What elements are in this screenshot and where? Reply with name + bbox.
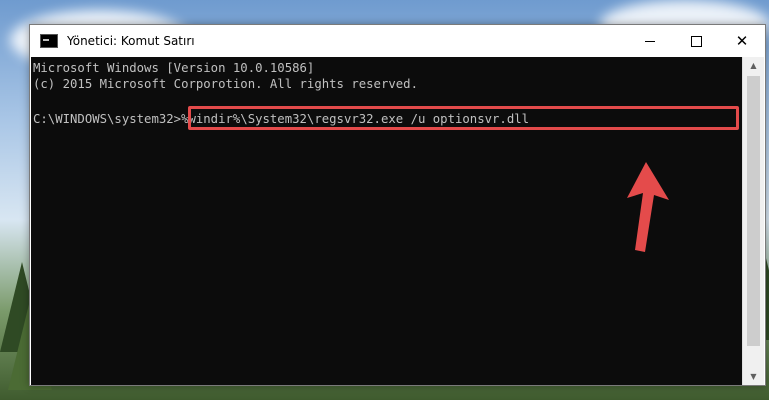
chevron-down-icon: ▼ <box>750 372 757 381</box>
window-title: Yönetici: Komut Satırı <box>67 34 195 48</box>
command-prompt-window: Yönetici: Komut Satırı ✕ Microsoft Windo… <box>29 24 766 386</box>
chevron-up-icon: ▲ <box>750 61 757 70</box>
vertical-scrollbar[interactable]: ▲ ▼ <box>742 57 764 385</box>
scrollbar-thumb[interactable] <box>747 76 760 346</box>
minimize-icon <box>645 40 655 42</box>
pointer-arrow-icon <box>627 162 669 252</box>
command-highlight-box <box>188 106 739 130</box>
minimize-button[interactable] <box>627 25 673 57</box>
scroll-up-button[interactable]: ▲ <box>743 57 764 74</box>
console-line: Microsoft Windows [Version 10.0.10586] <box>33 61 315 75</box>
maximize-button[interactable] <box>673 25 719 57</box>
title-bar[interactable]: Yönetici: Komut Satırı ✕ <box>30 25 765 57</box>
console-output[interactable]: Microsoft Windows [Version 10.0.10586] (… <box>31 57 742 385</box>
close-button[interactable]: ✕ <box>719 25 765 57</box>
scroll-down-button[interactable]: ▼ <box>743 368 764 385</box>
maximize-icon <box>690 35 702 47</box>
console-line: (c) 2015 Microsoft Corporotion. All righ… <box>33 77 418 91</box>
close-icon: ✕ <box>735 32 749 50</box>
console-app-icon <box>40 34 58 48</box>
